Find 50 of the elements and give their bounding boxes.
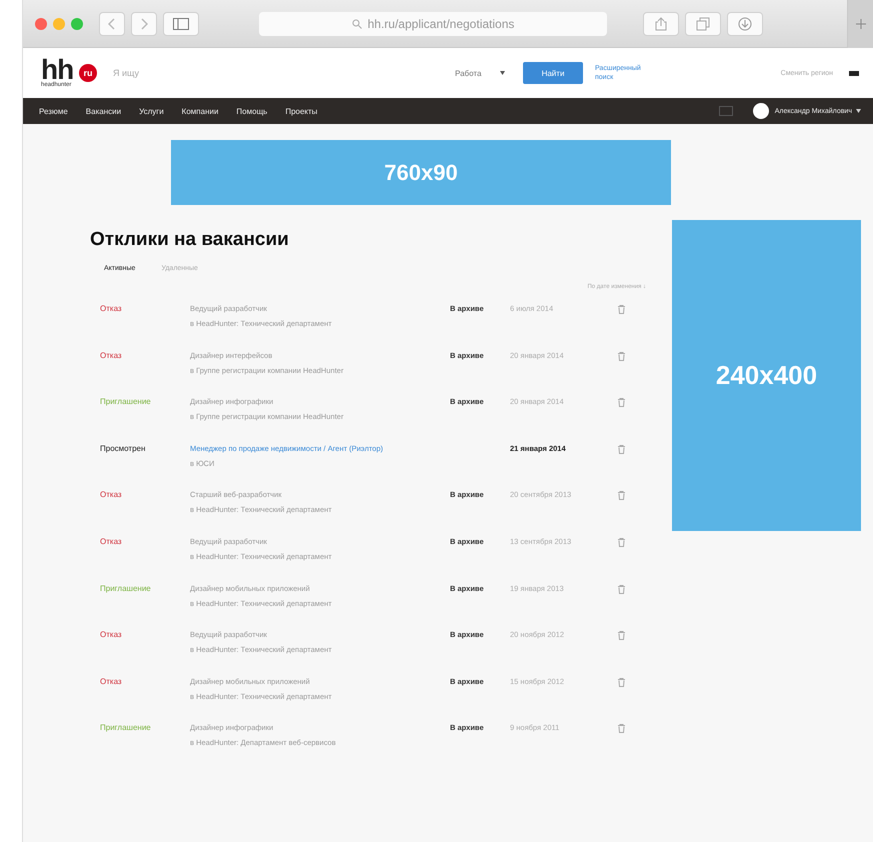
search-icon [352,18,362,28]
download-icon [738,16,752,30]
status-label: Отказ [99,350,123,360]
download-button[interactable] [727,12,763,36]
status-label: Отказ [99,490,123,500]
share-icon [655,16,667,30]
avatar [752,103,769,119]
nav-item[interactable]: Услуги [139,106,164,116]
trash-icon[interactable] [618,491,625,500]
page-title: Отклики на вакансии [90,229,290,251]
trash-icon[interactable] [618,631,625,640]
status-label: Приглашение [99,397,152,406]
nav-item[interactable]: Проекты [285,106,318,116]
forward-button[interactable] [131,12,157,36]
status-label: Отказ [99,676,123,686]
zoom-icon[interactable] [71,18,83,30]
address-field[interactable]: hh.ru/applicant/negotiations [259,12,607,36]
status-label: Отказ [99,630,123,640]
caret-icon [500,71,505,75]
status-label: Просмотрен [99,444,146,453]
tabs-button[interactable] [685,12,721,36]
close-icon[interactable] [35,18,47,30]
status-label: Приглашение [99,584,152,593]
nav-item[interactable]: Резюме [39,106,68,116]
trash-icon[interactable] [618,724,625,734]
sidebar-button[interactable] [163,12,199,36]
nav-item[interactable]: Вакансии [86,106,122,116]
trash-icon[interactable] [618,584,625,594]
trash-icon[interactable] [618,538,625,547]
minimize-icon[interactable] [53,18,65,30]
tabs-icon [696,16,710,30]
back-button[interactable] [99,12,125,36]
new-tab-button[interactable] [847,0,873,48]
plus-icon [856,18,866,28]
caret-icon[interactable] [856,109,861,113]
trash-icon[interactable] [618,352,625,361]
status-label: Приглашение [99,723,152,732]
status-label: Отказ [99,536,123,546]
ad-banner: 240x400 [672,220,861,531]
search-button[interactable]: Найти [523,62,583,84]
trash-icon[interactable] [618,305,625,314]
trash-icon[interactable] [618,678,625,687]
status-label: Отказ [99,304,123,313]
sidebar-icon [173,18,189,30]
share-button[interactable] [643,12,679,36]
ad-banner: 760x90 [171,140,671,205]
trash-icon[interactable] [618,398,625,408]
nav-item[interactable]: Помощь [236,106,268,116]
trash-icon[interactable] [618,444,625,454]
nav-item[interactable]: Компании [182,106,218,116]
